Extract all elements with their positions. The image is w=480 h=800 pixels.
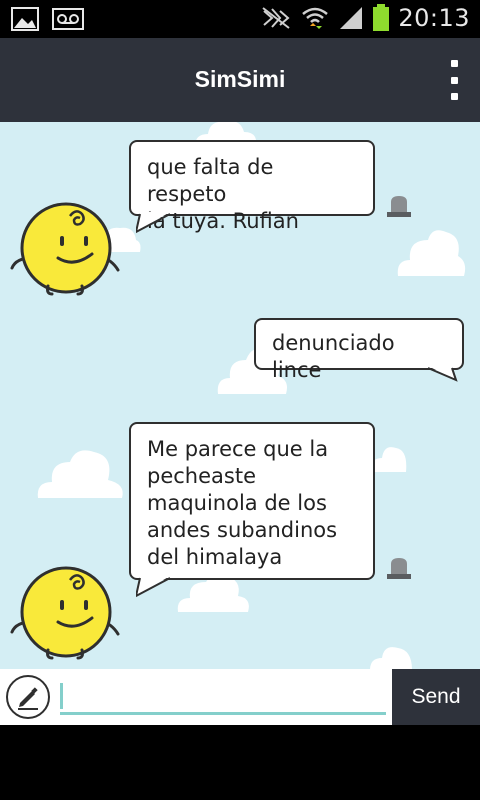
bubble-tail: [136, 576, 171, 598]
app-bar: SimSimi: [0, 38, 480, 122]
pencil-icon[interactable]: [6, 675, 50, 719]
status-bar-system: 20:13: [260, 4, 470, 32]
report-siren-icon[interactable]: [386, 194, 412, 218]
user-message-bubble: denunciado lince: [254, 318, 464, 382]
chat-area[interactable]: que falta de respeto la tuya. Rufian den…: [0, 122, 480, 669]
status-bar: 20:13: [0, 0, 480, 38]
battery-icon: [373, 4, 390, 31]
cloud-decoration: [37, 450, 123, 498]
bubble-tail: [136, 212, 171, 234]
message-text: Me parece que la pecheaste maquinola de …: [147, 437, 338, 569]
simsimi-avatar: [10, 566, 120, 660]
app-title: SimSimi: [194, 66, 286, 92]
report-siren-icon[interactable]: [386, 556, 412, 580]
bottom-black-area: [0, 725, 480, 800]
menu-dot: [450, 60, 458, 67]
cloud-decoration: [370, 447, 407, 472]
menu-dot: [450, 76, 458, 84]
voicemail-icon: [52, 8, 84, 30]
wifi-icon: [302, 7, 329, 29]
text-cursor: [60, 683, 63, 709]
cloud-decoration: [397, 230, 466, 276]
status-time: 20:13: [398, 4, 470, 32]
menu-dot: [450, 93, 458, 100]
bubble-tail: [427, 366, 458, 382]
cloud-decoration: [370, 647, 412, 669]
pencil-glyph: [18, 687, 38, 710]
send-button[interactable]: Send: [392, 669, 480, 725]
simsimi-message-bubble: que falta de respeto la tuya. Rufian: [129, 140, 375, 233]
message-text: denunciado lince: [272, 331, 395, 382]
simsimi-message-bubble: Me parece que la pecheaste maquinola de …: [129, 422, 375, 580]
nfc-mute-icon: [262, 7, 290, 29]
message-input[interactable]: [60, 679, 386, 715]
message-text: que falta de respeto la tuya. Rufian: [147, 155, 299, 233]
signal-icon: [340, 7, 363, 29]
gallery-icon: [11, 7, 39, 31]
simsimi-avatar: [10, 202, 120, 296]
composer-bar: Send: [0, 669, 480, 725]
status-bar-notifications: [10, 6, 84, 32]
overflow-menu-icon[interactable]: [442, 58, 466, 102]
